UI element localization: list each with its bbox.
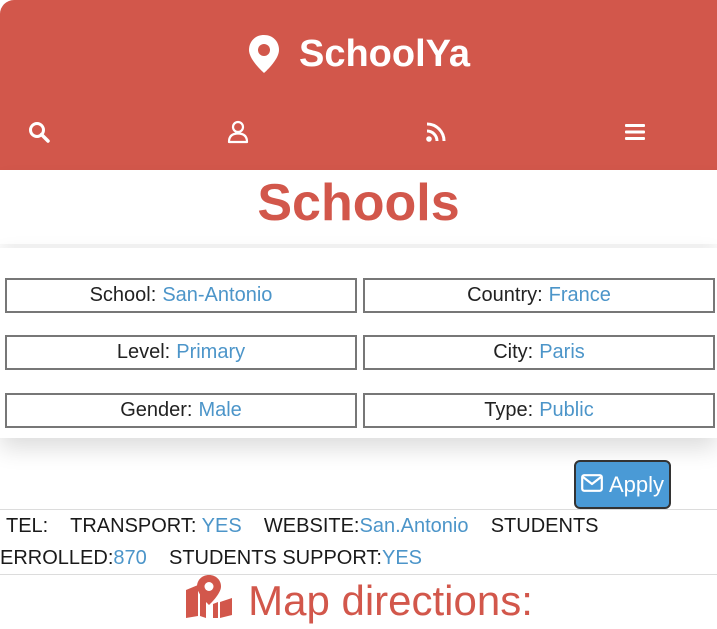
school-info-line-2: ERROLLED:870 STUDENTS SUPPORT:YES bbox=[0, 542, 717, 574]
apply-button-label: Apply bbox=[608, 471, 665, 497]
user-icon[interactable] bbox=[218, 112, 258, 152]
support-label: STUDENTS SUPPORT: bbox=[168, 547, 382, 569]
envelope-icon bbox=[581, 472, 603, 498]
filter-school-label: School: bbox=[89, 284, 157, 306]
rss-icon[interactable] bbox=[416, 112, 456, 152]
map-directions-heading: Map directions: bbox=[0, 575, 717, 624]
filter-school-value: San-Antonio bbox=[162, 284, 273, 306]
map-heading-text: Map directions: bbox=[248, 577, 533, 624]
filter-country[interactable]: Country: France bbox=[363, 278, 715, 313]
apply-button[interactable]: Apply bbox=[574, 460, 671, 509]
filter-type-label: Type: bbox=[484, 399, 534, 421]
page-title: Schools bbox=[257, 174, 460, 232]
filter-gender-label: Gender: bbox=[120, 399, 193, 421]
filter-city-value: Paris bbox=[539, 341, 585, 363]
filter-type[interactable]: Type: Public bbox=[363, 393, 715, 428]
students-label: STUDENTS bbox=[490, 515, 599, 537]
divider bbox=[0, 574, 717, 575]
filter-level[interactable]: Level: Primary bbox=[5, 335, 357, 370]
support-value: YES bbox=[381, 547, 423, 569]
filter-city[interactable]: City: Paris bbox=[363, 335, 715, 370]
location-pin-icon bbox=[247, 34, 281, 74]
filter-country-label: Country: bbox=[467, 284, 543, 306]
filter-country-value: France bbox=[548, 284, 611, 306]
website-link[interactable]: San.Antonio bbox=[360, 515, 469, 537]
website-label: WEBSITE: bbox=[263, 515, 360, 537]
app-header: SchoolYa bbox=[0, 0, 717, 170]
brand[interactable]: SchoolYa bbox=[0, 30, 717, 78]
transport-label: TRANSPORT: bbox=[70, 515, 197, 537]
transport-value: YES bbox=[201, 515, 242, 537]
filter-type-value: Public bbox=[539, 399, 594, 421]
nav-bar bbox=[0, 112, 717, 152]
filter-city-label: City: bbox=[493, 341, 534, 363]
filter-gender-value: Male bbox=[198, 399, 242, 421]
enrolled-label: ERROLLED: bbox=[0, 547, 114, 569]
app-name: SchoolYa bbox=[298, 32, 471, 75]
enrolled-value: 870 bbox=[113, 547, 147, 569]
menu-icon[interactable] bbox=[615, 112, 655, 152]
filter-gender[interactable]: Gender: Male bbox=[5, 393, 357, 428]
filter-school[interactable]: School: San-Antonio bbox=[5, 278, 357, 313]
tel-label: TEL: bbox=[6, 515, 49, 537]
school-info-line-1: TEL: TRANSPORT: YES WEBSITE:San.Antonio … bbox=[6, 510, 717, 542]
filter-level-label: Level: bbox=[116, 341, 171, 363]
map-marked-icon bbox=[184, 574, 234, 628]
filter-level-value: Primary bbox=[176, 341, 246, 363]
search-icon[interactable] bbox=[19, 112, 59, 152]
